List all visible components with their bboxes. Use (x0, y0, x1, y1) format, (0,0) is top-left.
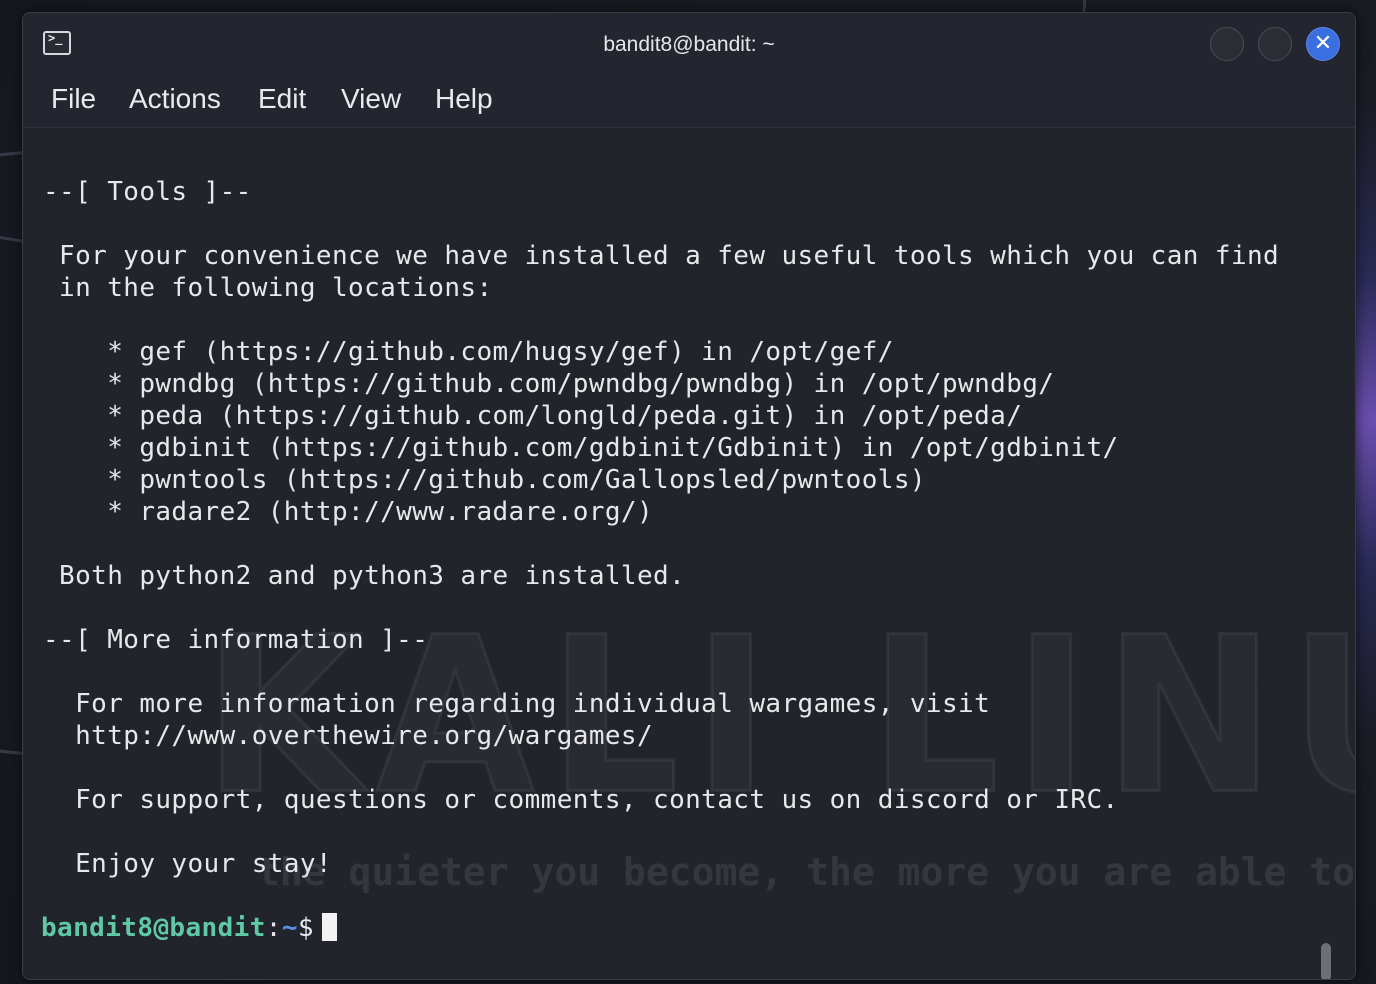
menu-file[interactable]: File (51, 81, 96, 117)
output-line: For your convenience we have installed a… (43, 241, 1280, 271)
menu-edit[interactable]: Edit (258, 81, 306, 117)
desktop-background: >_ bandit8@bandit: ~ ✕ File Actions Edit… (0, 0, 1376, 984)
maximize-button[interactable] (1258, 27, 1292, 61)
terminal-window: >_ bandit8@bandit: ~ ✕ File Actions Edit… (22, 12, 1356, 980)
title-bar[interactable]: >_ bandit8@bandit: ~ ✕ (23, 13, 1355, 77)
menu-help[interactable]: Help (435, 81, 493, 117)
output-line: in the following locations: (43, 273, 493, 303)
close-icon: ✕ (1313, 31, 1333, 56)
shell-prompt[interactable]: bandit8@bandit:~$ (41, 912, 337, 944)
prompt-separator: : (265, 913, 282, 943)
section-header-tools: --[ Tools ]-- (43, 177, 252, 207)
tool-item: * pwntools (https://github.com/Gallopsle… (43, 465, 926, 495)
terminal-output[interactable]: KALI LINUX the quieter you become, the m… (23, 128, 1355, 979)
section-header-more-info: --[ More information ]-- (43, 625, 429, 655)
prompt-symbol: $ (297, 913, 314, 943)
menu-actions[interactable]: Actions (129, 81, 221, 117)
text-cursor (321, 913, 337, 941)
tool-item: * gdbinit (https://github.com/gdbinit/Gd… (43, 433, 1119, 463)
menu-bar: File Actions Edit View Help (23, 77, 1355, 128)
tool-item: * gef (https://github.com/hugsy/gef) in … (43, 337, 894, 367)
output-line: Both python2 and python3 are installed. (43, 561, 686, 591)
tool-item: * radare2 (http://www.radare.org/) (43, 497, 654, 527)
kali-tagline: the quieter you become, the more you are… (257, 850, 1355, 894)
menu-view[interactable]: View (341, 81, 401, 117)
tool-item: * peda (https://github.com/longld/peda.g… (43, 401, 1023, 431)
prompt-user-host: bandit8@bandit (41, 913, 266, 943)
output-line: Enjoy your stay! (43, 849, 332, 879)
tool-item: * pwndbg (https://github.com/pwndbg/pwnd… (43, 369, 1055, 399)
close-button[interactable]: ✕ (1306, 27, 1340, 61)
output-line: For support, questions or comments, cont… (43, 785, 1119, 815)
scrollbar-thumb[interactable] (1321, 943, 1331, 979)
window-title: bandit8@bandit: ~ (603, 33, 775, 56)
prompt-path: ~ (281, 913, 298, 943)
output-line: For more information regarding individua… (43, 689, 991, 719)
output-line: http://www.overthewire.org/wargames/ (43, 721, 654, 751)
minimize-button[interactable] (1210, 27, 1244, 61)
